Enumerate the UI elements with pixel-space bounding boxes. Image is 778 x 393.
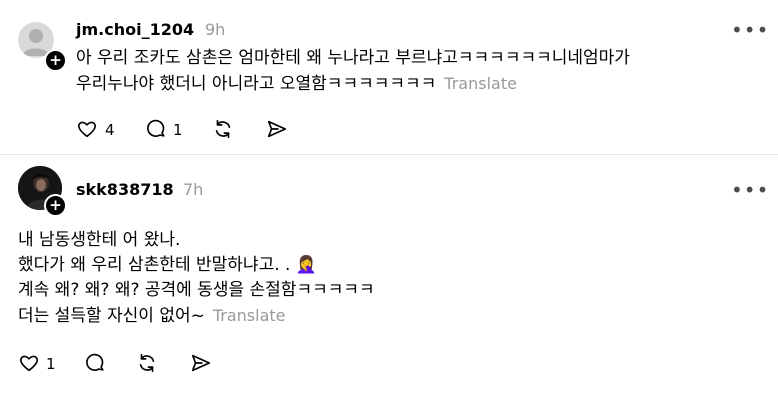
- post-text: 아 우리 조카도 삼촌은 엄마한테 왜 누나라고 부르냐고ㅋㅋㅋㅋㅋㅋ니네엄마가…: [76, 46, 630, 97]
- post-line: 우리누나야 했더니 아니라고 오열함ㅋㅋㅋㅋㅋㅋㅋ Translate: [76, 74, 517, 94]
- post-divider: [0, 154, 778, 155]
- post-line: 계속 왜? 왜? 왜? 공격에 동생을 손절함ㅋㅋㅋㅋㅋ: [18, 280, 375, 300]
- like-count: 4: [105, 121, 115, 139]
- share-button[interactable]: [266, 118, 288, 144]
- post-line: 더는 설득할 자신이 없어~ Translate: [18, 306, 286, 326]
- username[interactable]: skk838718: [76, 180, 174, 199]
- more-options-icon[interactable]: •••: [731, 18, 769, 42]
- translate-link[interactable]: Translate: [444, 74, 517, 93]
- repost-button[interactable]: [136, 352, 158, 378]
- repost-button[interactable]: [212, 118, 234, 144]
- send-icon: [267, 120, 287, 138]
- like-count: 1: [46, 355, 56, 373]
- post-line: 내 남동생한테 어 왔나.: [18, 230, 181, 250]
- translate-link[interactable]: Translate: [213, 306, 286, 325]
- comment-icon: [86, 353, 104, 371]
- share-button[interactable]: [190, 352, 212, 378]
- send-icon: [191, 354, 211, 372]
- follow-plus-icon[interactable]: +: [44, 194, 67, 217]
- heart-icon: [77, 121, 97, 138]
- post-text: 내 남동생한테 어 왔나. 했다가 왜 우리 삼촌한테 반말하냐고. . 🤦‍♀…: [18, 228, 375, 329]
- comment-icon: [147, 119, 165, 137]
- repost-icon: [215, 119, 231, 139]
- reply-button[interactable]: [84, 352, 106, 378]
- post-time: 7h: [183, 180, 204, 199]
- repost-icon: [139, 353, 155, 373]
- reply-count: 1: [173, 121, 183, 139]
- like-button[interactable]: [18, 352, 40, 378]
- heart-icon: [19, 355, 39, 372]
- post-time: 9h: [205, 20, 226, 39]
- reply-button[interactable]: [145, 118, 167, 144]
- post-line: 아 우리 조카도 삼촌은 엄마한테 왜 누나라고 부르냐고ㅋㅋㅋㅋㅋㅋ니네엄마가: [76, 48, 630, 68]
- follow-plus-icon[interactable]: +: [44, 49, 67, 72]
- username[interactable]: jm.choi_1204: [76, 20, 194, 39]
- more-options-icon[interactable]: •••: [731, 178, 769, 202]
- post-line: 했다가 왜 우리 삼촌한테 반말하냐고. . 🤦‍♀️: [18, 255, 317, 275]
- like-button[interactable]: [76, 118, 98, 144]
